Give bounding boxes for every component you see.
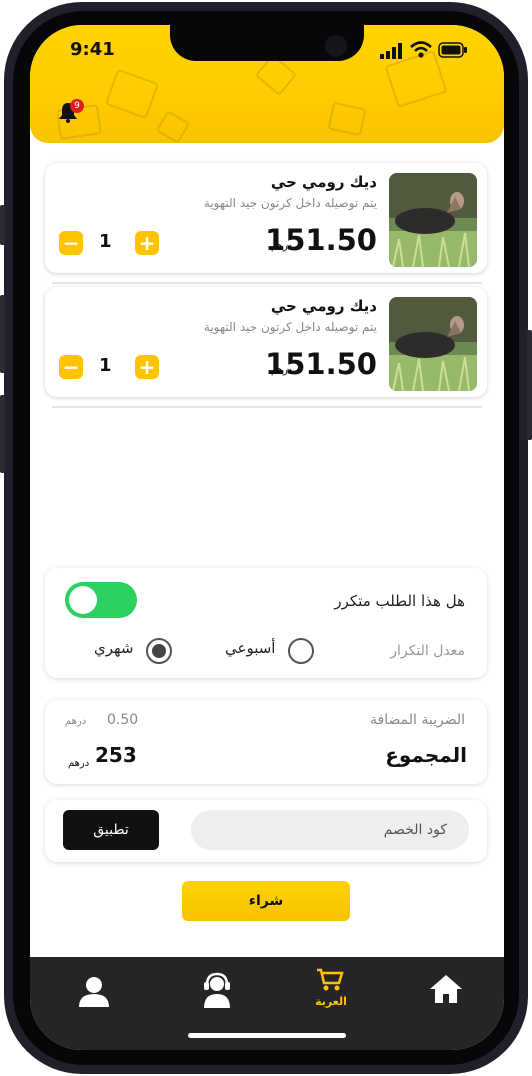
tax-label: الضريبة المضافة — [370, 712, 465, 728]
price-currency: درهم — [271, 365, 293, 376]
product-description: يتم توصيله داخل كرتون جيد التهوية — [203, 320, 377, 334]
mute-switch — [0, 205, 5, 245]
buy-button[interactable]: شراء — [182, 881, 350, 921]
recurring-question: هل هذا الطلب متكرر — [334, 592, 465, 610]
product-image[interactable] — [389, 173, 477, 267]
device-notch — [170, 25, 364, 61]
cart-item-card: ديك رومي حي يتم توصيله داخل كرتون جيد ال… — [45, 287, 487, 397]
quantity-value: 1 — [99, 231, 112, 252]
decor-shape — [327, 101, 367, 137]
plus-icon: + — [138, 355, 156, 379]
plus-icon: + — [138, 231, 156, 255]
product-description: يتم توصيله داخل كرتون جيد التهوية — [203, 196, 377, 210]
volume-up-button — [0, 295, 5, 373]
recurring-order-panel: هل هذا الطلب متكرر معدل التكرار أسبوعي ش… — [45, 568, 487, 678]
profile-icon[interactable] — [78, 975, 110, 1007]
home-icon[interactable] — [429, 974, 463, 1004]
signal-icon — [380, 43, 402, 59]
decrease-quantity-button[interactable]: − — [59, 355, 83, 379]
item-divider — [52, 282, 482, 284]
product-image[interactable] — [389, 297, 477, 391]
tax-currency: درهم — [65, 716, 87, 727]
toggle-knob — [69, 586, 97, 614]
support-icon[interactable] — [202, 972, 232, 1008]
weekly-label: أسبوعي — [225, 639, 276, 657]
frequency-label: معدل التكرار — [390, 643, 465, 659]
monthly-label: شهري — [94, 639, 134, 657]
wifi-icon — [410, 41, 432, 58]
recurring-toggle[interactable] — [65, 582, 137, 618]
minus-icon: − — [62, 231, 80, 255]
radio-selected-dot — [152, 644, 166, 658]
total-value: 253 — [95, 743, 137, 767]
product-title: ديك رومي حي — [270, 297, 377, 315]
order-summary-panel: الضريبة المضافة 0.50 درهم المجموع 253 در… — [45, 700, 487, 784]
notification-badge: 9 — [70, 99, 84, 113]
decor-shape — [155, 110, 191, 144]
decor-shape — [104, 68, 160, 120]
price-currency: درهم — [271, 241, 293, 252]
quantity-value: 1 — [99, 355, 112, 376]
discount-code-input[interactable]: كود الخصم — [191, 810, 469, 850]
apply-discount-button[interactable]: تطبيق — [63, 810, 159, 850]
product-title: ديك رومي حي — [270, 173, 377, 191]
tax-value: 0.50 — [107, 712, 139, 728]
power-button — [527, 330, 532, 440]
front-camera — [325, 35, 347, 57]
total-currency: درهم — [68, 758, 90, 769]
discount-placeholder: كود الخصم — [383, 822, 447, 838]
volume-down-button — [0, 395, 5, 473]
minus-icon: − — [62, 355, 80, 379]
cart-nav-label[interactable]: العربة — [308, 995, 354, 1008]
status-time: 9:41 — [70, 39, 115, 60]
decrease-quantity-button[interactable]: − — [59, 231, 83, 255]
item-divider — [52, 406, 482, 408]
battery-icon — [438, 42, 467, 58]
home-indicator — [188, 1033, 346, 1038]
increase-quantity-button[interactable]: + — [135, 231, 159, 255]
cart-icon[interactable] — [316, 968, 344, 992]
weekly-radio[interactable] — [288, 638, 314, 664]
discount-panel: كود الخصم تطبيق — [45, 800, 487, 862]
total-label: المجموع — [385, 743, 467, 767]
cart-item-card: ديك رومي حي يتم توصيله داخل كرتون جيد ال… — [45, 163, 487, 273]
monthly-radio[interactable] — [146, 638, 172, 664]
increase-quantity-button[interactable]: + — [135, 355, 159, 379]
app-screen: 9:41 9 ديك رومي حي يتم توصيله داخل كرتون… — [30, 25, 504, 1050]
